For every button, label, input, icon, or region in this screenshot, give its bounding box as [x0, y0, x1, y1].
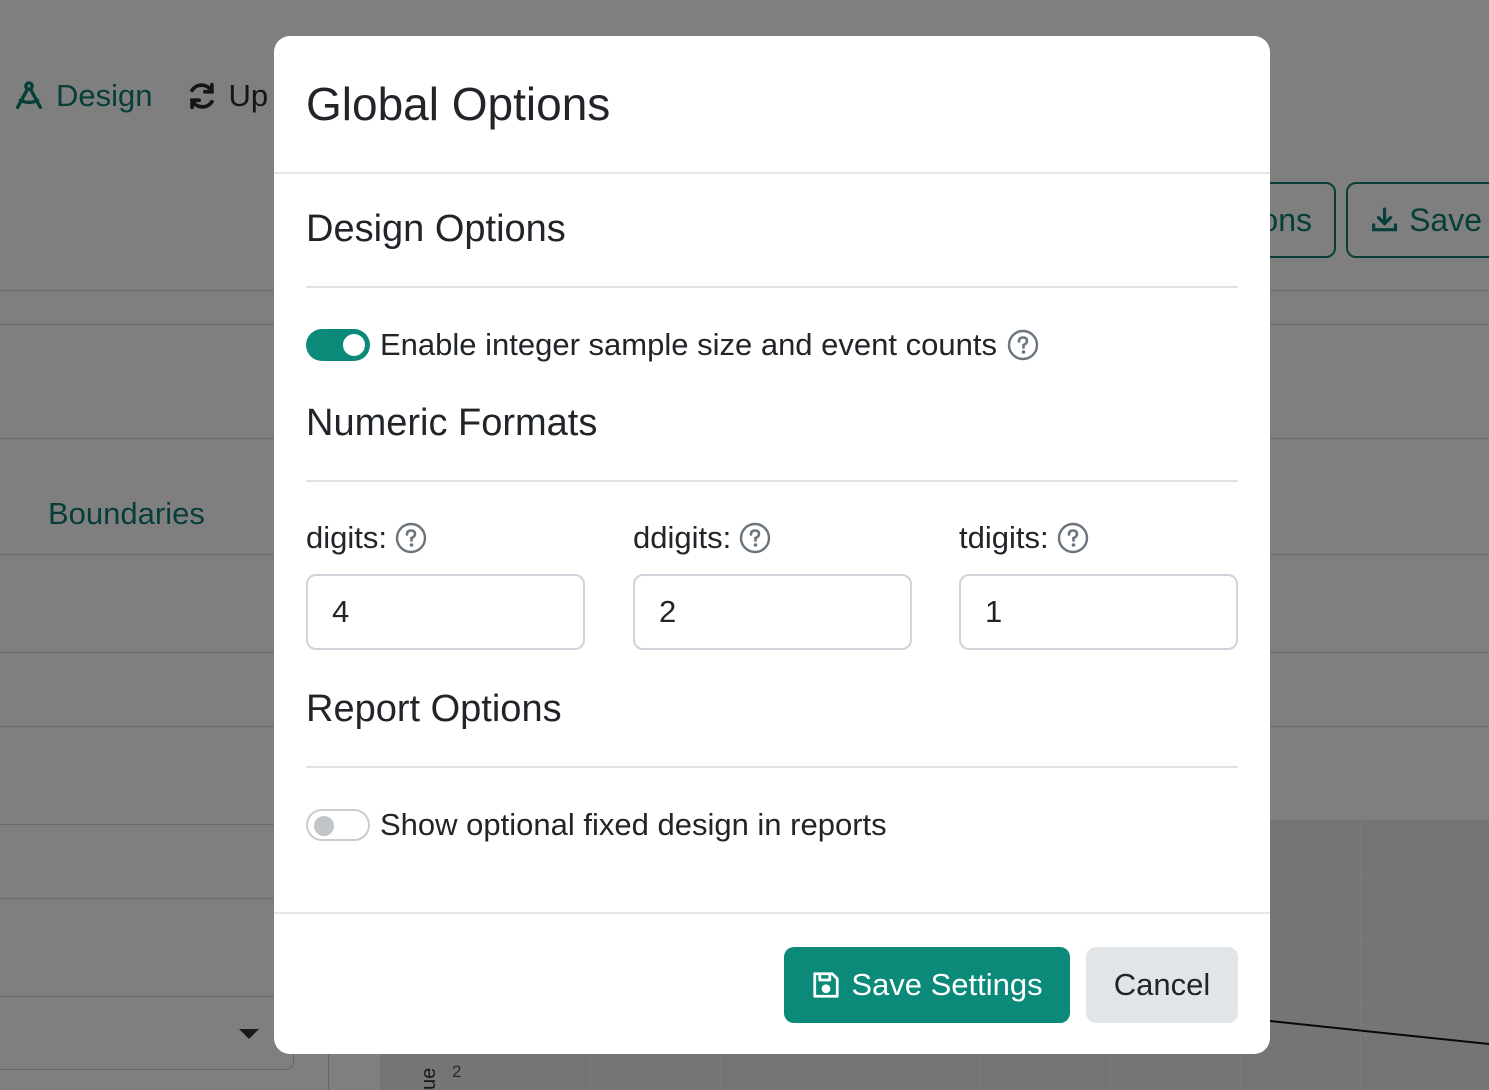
modal-body: Design Options Enable integer sample siz… [274, 174, 1270, 914]
cancel-button[interactable]: Cancel [1086, 947, 1238, 1023]
ddigits-label: ddigits: [633, 520, 732, 555]
ddigits-field: ddigits: 2 [633, 518, 912, 650]
digits-input[interactable]: 4 [306, 574, 585, 650]
modal-header: Global Options [274, 36, 1270, 174]
app-window: Design Up ons Save Boundaries [0, 0, 1489, 1090]
fixed-design-toggle-row: Show optional fixed design in reports [306, 807, 887, 843]
tdigits-field: tdigits: 1 [959, 518, 1238, 650]
tdigits-label-row: tdigits: [959, 518, 1238, 558]
numeric-formats-heading: Numeric Formats [306, 402, 598, 444]
help-icon[interactable] [1057, 522, 1089, 554]
modal-title: Global Options [306, 78, 611, 130]
tdigits-input[interactable]: 1 [959, 574, 1238, 650]
global-options-modal: Global Options Design Options Enable int… [274, 36, 1270, 1054]
integer-toggle-row: Enable integer sample size and event cou… [306, 327, 1039, 363]
integer-toggle-switch[interactable] [306, 329, 370, 361]
save-settings-button[interactable]: Save Settings [784, 947, 1070, 1023]
design-options-heading: Design Options [306, 208, 566, 250]
floppy-disk-icon [813, 972, 839, 998]
save-settings-label: Save Settings [851, 967, 1043, 1002]
digits-label: digits: [306, 520, 387, 555]
cancel-label: Cancel [1113, 967, 1211, 1002]
help-icon[interactable] [1007, 329, 1039, 361]
ddigits-input[interactable]: 2 [633, 574, 912, 650]
tdigits-label: tdigits: [959, 520, 1049, 555]
help-icon[interactable] [739, 522, 771, 554]
report-options-heading: Report Options [306, 688, 562, 730]
ddigits-label-row: ddigits: [633, 518, 912, 558]
fixed-design-toggle-switch[interactable] [306, 809, 370, 841]
divider [306, 480, 1238, 482]
modal-footer: Save Settings Cancel [274, 912, 1270, 1054]
digits-label-row: digits: [306, 518, 585, 558]
divider [306, 286, 1238, 288]
help-icon[interactable] [395, 522, 427, 554]
divider [306, 766, 1238, 768]
integer-toggle-label: Enable integer sample size and event cou… [380, 327, 997, 362]
fixed-design-toggle-label: Show optional fixed design in reports [380, 807, 887, 842]
digits-field: digits: 4 [306, 518, 585, 650]
